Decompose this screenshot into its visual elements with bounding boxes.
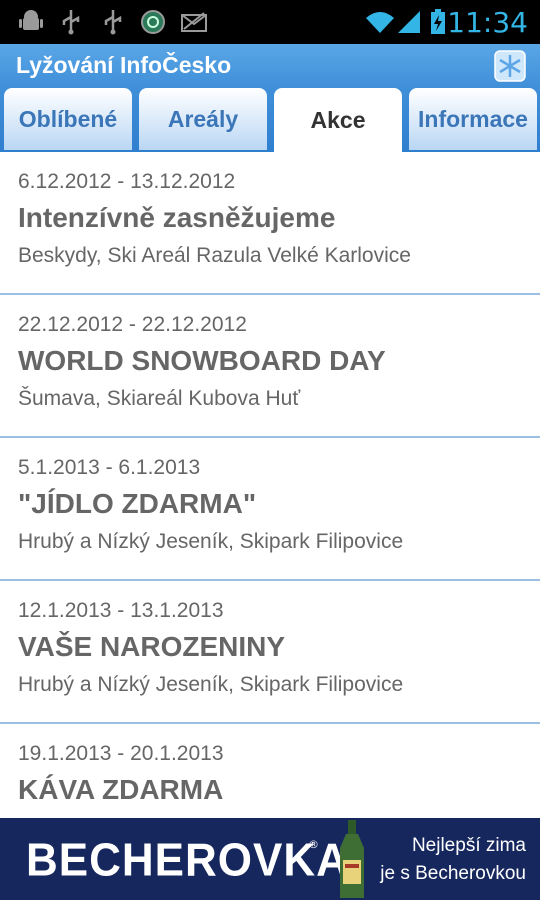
event-row[interactable]: 19.1.2013 - 20.1.2013 KÁVA ZDARMA: [0, 724, 540, 818]
event-date: 12.1.2013 - 13.1.2013: [18, 599, 224, 622]
events-list[interactable]: 6.12.2012 - 13.12.2012 Intenzívně zasněž…: [0, 152, 540, 818]
ad-banner[interactable]: BECHEROVKA ® Nejlepší zima je s Becherov…: [0, 818, 540, 900]
tab-label: Areály: [167, 105, 239, 132]
event-date: 6.12.2012 - 13.12.2012: [18, 170, 236, 193]
tab-akce[interactable]: Akce: [274, 88, 402, 152]
event-name: KÁVA ZDARMA: [18, 774, 224, 805]
tab-arealy[interactable]: Areály: [139, 88, 267, 150]
event-date: 22.12.2012 - 22.12.2012: [18, 313, 247, 336]
status-bar: 11:34: [0, 0, 540, 44]
event-row[interactable]: 22.12.2012 - 22.12.2012 WORLD SNOWBOARD …: [0, 295, 540, 438]
event-name: Intenzívně zasněžujeme: [18, 202, 336, 233]
tab-bar: Oblíbené Areály Akce Informace: [0, 88, 540, 152]
ad-slogan-line: Nejlepší zima: [411, 835, 526, 856]
event-date: 5.1.2013 - 6.1.2013: [18, 456, 201, 479]
event-place: Hrubý a Nízký Jeseník, Skipark Filipovic…: [18, 530, 404, 553]
usb-icon: [104, 10, 122, 35]
tab-label: Informace: [418, 105, 528, 132]
event-name: WORLD SNOWBOARD DAY: [18, 345, 386, 376]
usb-icon: [62, 10, 80, 35]
battery-charging-icon: [431, 9, 445, 34]
missed-mail-icon: [181, 12, 207, 32]
signal-icon: [398, 11, 420, 33]
app-title-bar: Lyžování InfoČesko: [0, 44, 540, 88]
tab-oblibene[interactable]: Oblíbené: [4, 88, 132, 150]
ad-slogan-line: je s Becherovkou: [380, 863, 526, 884]
sync-icon: [141, 10, 165, 34]
event-name: "JÍDLO ZDARMA": [18, 488, 257, 519]
event-date: 19.1.2013 - 20.1.2013: [18, 742, 224, 765]
event-row[interactable]: 12.1.2013 - 13.1.2013 VAŠE NAROZENINY Hr…: [0, 581, 540, 724]
ad-brand-logo: BECHEROVKA: [26, 834, 349, 887]
event-name: VAŠE NAROZENINY: [18, 631, 286, 662]
event-place: Beskydy, Ski Areál Razula Velké Karlovic…: [18, 244, 411, 267]
wifi-icon: [366, 12, 394, 33]
ad-slogan: Nejlepší zima je s Becherovkou: [356, 832, 526, 888]
tab-label: Oblíbené: [18, 105, 118, 132]
event-place: Hrubý a Nízký Jeseník, Skipark Filipovic…: [18, 673, 404, 696]
event-row[interactable]: 6.12.2012 - 13.12.2012 Intenzívně zasněž…: [0, 152, 540, 295]
event-place: Šumava, Skiareál Kubova Huť: [18, 387, 301, 410]
registered-mark-icon: ®: [308, 838, 319, 851]
tab-label: Akce: [310, 106, 366, 133]
tab-informace[interactable]: Informace: [409, 88, 537, 150]
event-row[interactable]: 5.1.2013 - 6.1.2013 "JÍDLO ZDARMA" Hrubý…: [0, 438, 540, 581]
android-debug-icon: [19, 10, 43, 30]
app-title: Lyžování InfoČesko: [16, 52, 232, 78]
status-clock: 11:34: [447, 6, 528, 39]
snowflake-app-icon[interactable]: [494, 50, 526, 82]
